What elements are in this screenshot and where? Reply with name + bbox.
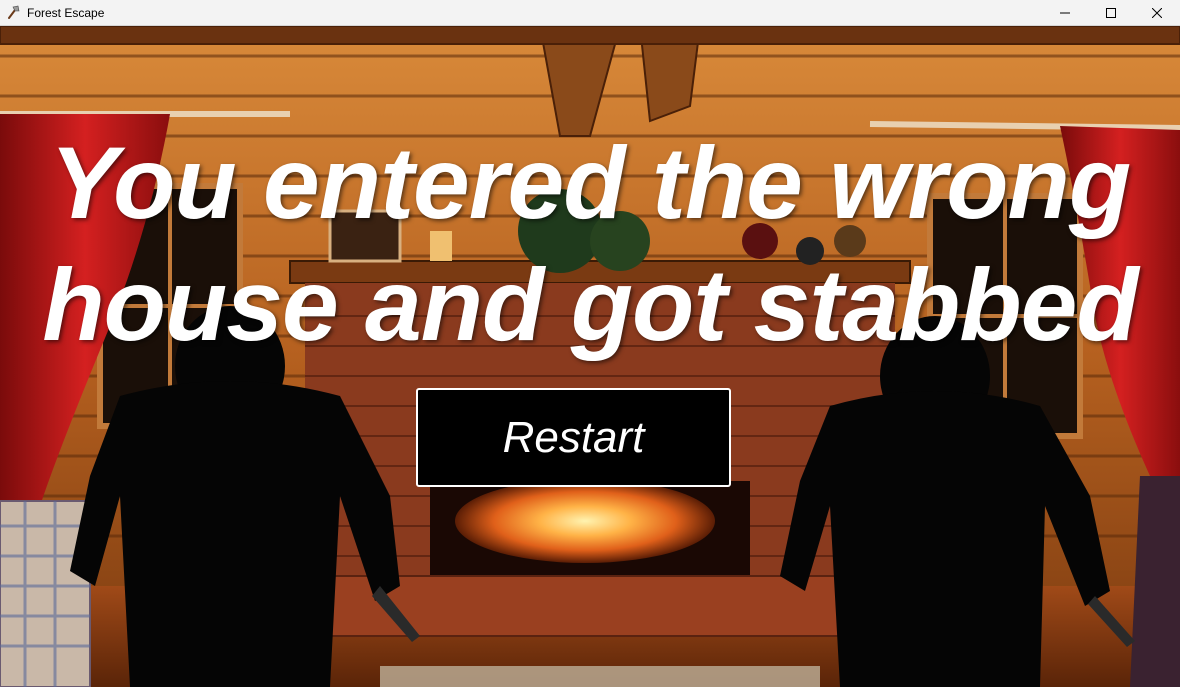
- axe-icon: [8, 5, 20, 19]
- close-button[interactable]: [1134, 0, 1180, 26]
- close-icon: [1152, 8, 1162, 18]
- game-over-message: You entered the wrong house and got stab…: [0, 122, 1180, 366]
- minimize-icon: [1060, 12, 1070, 14]
- maximize-icon: [1106, 8, 1116, 18]
- message-line-1: You entered the wrong: [49, 126, 1131, 240]
- minimize-button[interactable]: [1042, 0, 1088, 26]
- game-scene: You entered the wrong house and got stab…: [0, 26, 1180, 687]
- window-title: Forest Escape: [27, 6, 105, 20]
- rug: [380, 666, 820, 687]
- restart-button[interactable]: Restart: [416, 388, 731, 487]
- plaid-chair: [0, 500, 91, 687]
- fire: [455, 479, 715, 563]
- message-line-2: house and got stabbed: [42, 248, 1138, 362]
- maximize-button[interactable]: [1088, 0, 1134, 26]
- window-titlebar: Forest Escape: [0, 0, 1180, 26]
